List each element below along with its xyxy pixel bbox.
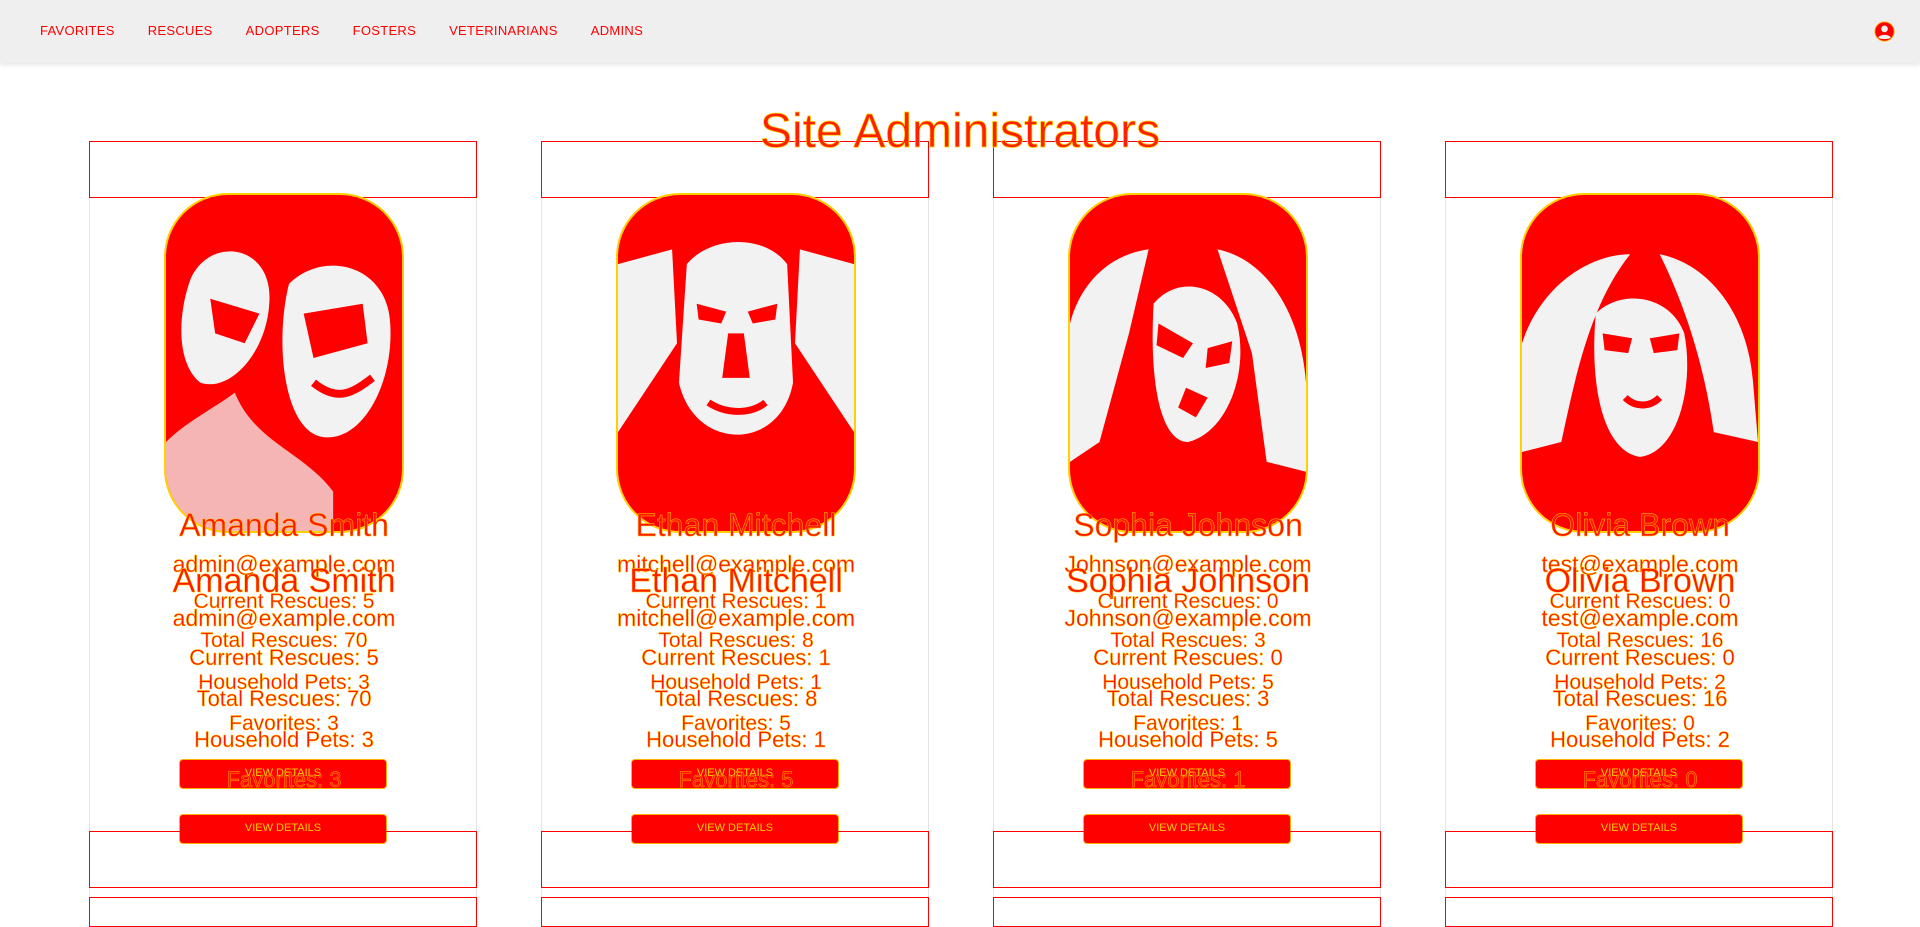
nav-link-veterinarians[interactable]: VETERINARIANS	[449, 23, 558, 38]
top-navbar: FAVORITES RESCUES ADOPTERS FOSTERS VETER…	[0, 0, 1920, 63]
card-footer-outline	[993, 831, 1381, 888]
total-rescues-duplicate: Total Rescues: 3	[1106, 686, 1270, 711]
current-rescues-duplicate: Current Rescues: 0	[1093, 645, 1283, 670]
nav-link-fosters[interactable]: FOSTERS	[353, 23, 417, 38]
current-rescues-duplicate: Current Rescues: 0	[1545, 645, 1735, 670]
total-rescues-duplicate: Total Rescues: 70	[196, 686, 372, 711]
nav-link-favorites[interactable]: FAVORITES	[40, 23, 115, 38]
card-footer-outline	[89, 831, 477, 888]
page-title: Site Administrators	[759, 105, 1161, 159]
next-card-outline	[89, 897, 477, 927]
favorites-count-duplicate: Favorites: 3	[226, 767, 342, 792]
account-circle-icon[interactable]	[1874, 21, 1895, 42]
household-pets-duplicate: Household Pets: 1	[646, 727, 826, 752]
favorites-count-duplicate: Favorites: 5	[678, 767, 794, 792]
card-footer-outline	[1445, 831, 1833, 888]
favorites-count-duplicate: Favorites: 0	[1582, 767, 1698, 792]
admin-card: Amanda Smith admin@example.com Amanda Sm…	[89, 141, 477, 927]
avatar	[616, 193, 856, 533]
admin-email-duplicate: mitchell@example.com	[616, 605, 856, 631]
household-pets-duplicate: Household Pets: 5	[1098, 727, 1278, 752]
next-card-outline	[993, 897, 1381, 927]
admin-email-duplicate: admin@example.com	[172, 605, 396, 631]
admin-email-duplicate: test@example.com	[1541, 605, 1739, 631]
favorites-count-duplicate: Favorites: 1	[1130, 767, 1246, 792]
nav-link-adopters[interactable]: ADOPTERS	[246, 23, 320, 38]
admin-name: Ethan Mitchell	[635, 507, 837, 543]
card-footer-outline	[541, 831, 929, 888]
current-rescues-duplicate: Current Rescues: 1	[641, 645, 831, 670]
admin-card: Olivia Brown test@example.com Olivia Bro…	[1445, 141, 1833, 927]
current-rescues-duplicate: Current Rescues: 5	[189, 645, 379, 670]
total-rescues-duplicate: Total Rescues: 8	[654, 686, 818, 711]
nav-link-rescues[interactable]: RESCUES	[148, 23, 213, 38]
admin-name: Amanda Smith	[179, 507, 389, 543]
admin-card: Sophia Johnson Johnson@example.com Sophi…	[993, 141, 1381, 927]
nav-links: FAVORITES RESCUES ADOPTERS FOSTERS VETER…	[40, 23, 643, 38]
admin-name: Sophia Johnson	[1073, 507, 1303, 543]
next-card-outline	[1445, 897, 1833, 927]
household-pets-duplicate: Household Pets: 3	[194, 727, 374, 752]
admin-email-duplicate: Johnson@example.com	[1064, 605, 1312, 631]
admin-name: Olivia Brown	[1550, 507, 1730, 543]
avatar	[1520, 193, 1760, 533]
household-pets-duplicate: Household Pets: 2	[1550, 727, 1730, 752]
avatar	[164, 193, 404, 533]
next-card-outline	[541, 897, 929, 927]
nav-link-admins[interactable]: ADMINS	[591, 23, 643, 38]
total-rescues-duplicate: Total Rescues: 16	[1552, 686, 1728, 711]
avatar	[1068, 193, 1308, 533]
admin-card: Ethan Mitchell mitchell@example.com Etha…	[541, 141, 929, 927]
